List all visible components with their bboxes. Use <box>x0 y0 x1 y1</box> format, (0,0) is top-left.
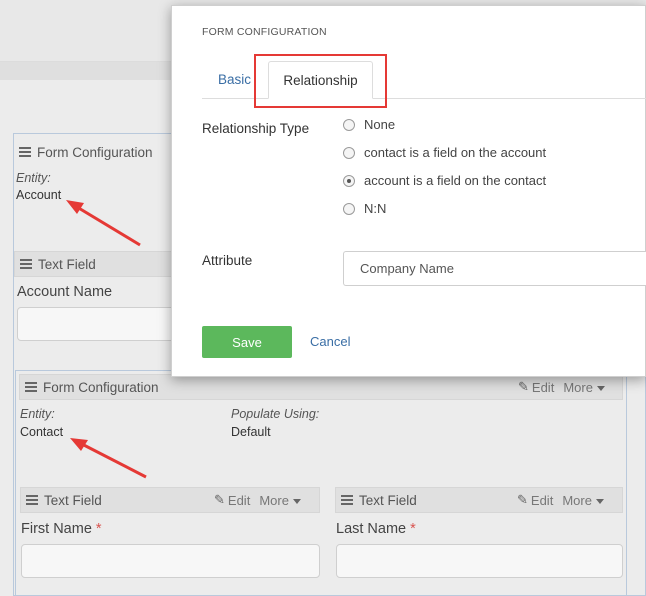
last-name-field[interactable] <box>336 544 623 578</box>
first-name-label: First Name * <box>21 521 102 537</box>
section-title: Form Configuration <box>43 379 159 395</box>
relationship-type-label: Relationship Type <box>202 121 310 136</box>
populate-using-label: Populate Using: <box>231 407 320 421</box>
radio-button[interactable] <box>343 202 355 215</box>
cancel-link[interactable]: Cancel <box>310 334 350 349</box>
entity-value: Contact <box>20 425 64 439</box>
drag-handle-icon[interactable] <box>341 493 353 507</box>
drag-handle-icon[interactable] <box>25 380 37 394</box>
radio-button[interactable] <box>343 146 355 159</box>
text-field-first-tools: ✎ Edit More <box>214 492 301 508</box>
drag-handle-icon[interactable] <box>26 493 38 507</box>
required-marker: * <box>410 521 416 537</box>
more-dropdown[interactable]: More <box>259 493 301 508</box>
save-button[interactable]: Save <box>202 326 292 358</box>
form-config-account-header[interactable]: Form Configuration <box>14 139 174 165</box>
radio-option-nn[interactable]: N:N <box>343 201 386 216</box>
radio-label: N:N <box>364 201 387 216</box>
caret-down-icon <box>595 498 604 504</box>
attribute-input[interactable] <box>343 251 646 286</box>
pencil-icon[interactable]: ✎ <box>517 492 528 508</box>
edit-link[interactable]: Edit <box>228 493 250 508</box>
radio-label: contact is a field on the account <box>364 145 547 160</box>
edit-link[interactable]: Edit <box>532 380 554 395</box>
pencil-icon[interactable]: ✎ <box>214 492 225 508</box>
populate-using-value: Default <box>231 425 271 439</box>
section-title: Text Field <box>44 492 102 508</box>
pencil-icon[interactable]: ✎ <box>518 379 529 395</box>
account-name-label: Account Name <box>17 284 113 300</box>
form-configuration-modal: FORM CONFIGURATION Basic Relationship Re… <box>171 5 646 377</box>
drag-handle-icon[interactable] <box>19 145 31 159</box>
radio-button[interactable] <box>343 118 355 131</box>
more-dropdown[interactable]: More <box>562 493 604 508</box>
tab-basic[interactable]: Basic <box>218 72 251 87</box>
radio-option-contact-on-account[interactable]: contact is a field on the account <box>343 145 546 160</box>
radio-option-account-on-contact[interactable]: account is a field on the contact <box>343 173 546 188</box>
entity-label: Entity: <box>20 407 55 421</box>
text-field-last-tools: ✎ Edit More <box>517 492 604 508</box>
last-name-label: Last Name * <box>336 521 416 537</box>
section-title: Form Configuration <box>37 144 153 160</box>
drag-handle-icon[interactable] <box>20 257 32 271</box>
account-name-field[interactable] <box>17 307 177 341</box>
first-name-field[interactable] <box>21 544 320 578</box>
radio-label: None <box>364 117 396 132</box>
radio-option-none[interactable]: None <box>343 117 395 132</box>
tab-relationship[interactable]: Relationship <box>268 61 373 99</box>
form-config-contact-tools: ✎ Edit More <box>518 379 605 395</box>
more-dropdown[interactable]: More <box>563 380 605 395</box>
edit-link[interactable]: Edit <box>531 493 553 508</box>
caret-down-icon <box>292 498 301 504</box>
radio-label: account is a field on the contact <box>364 173 547 188</box>
modal-title: FORM CONFIGURATION <box>202 26 327 38</box>
section-title: Text Field <box>359 492 417 508</box>
attribute-label: Attribute <box>202 253 253 268</box>
required-marker: * <box>95 521 102 537</box>
text-field-account-header[interactable]: Text Field <box>14 251 174 277</box>
entity-label: Entity: <box>16 171 51 185</box>
entity-value: Account <box>16 188 62 202</box>
radio-button-checked[interactable] <box>343 174 355 187</box>
caret-down-icon <box>596 385 605 391</box>
section-title: Text Field <box>38 256 96 272</box>
